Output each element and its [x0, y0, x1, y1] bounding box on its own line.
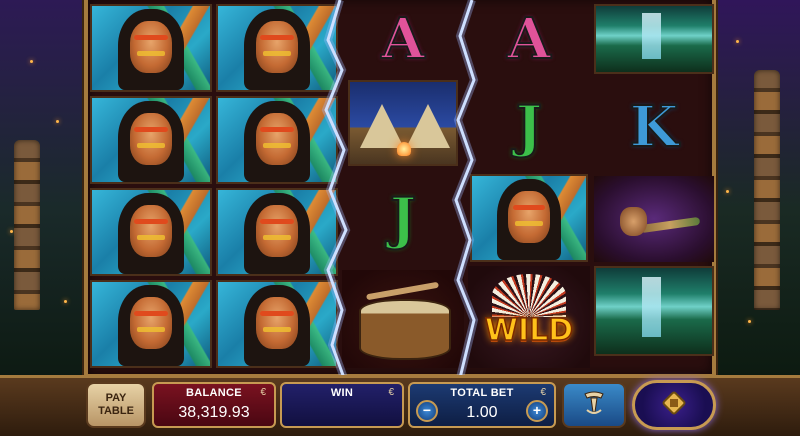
spin-button[interactable] [632, 380, 716, 430]
win-label: WIN [330, 387, 354, 399]
totem-pole-left [14, 140, 40, 310]
teepee-camp-symbol [348, 80, 458, 166]
total-bet-label: TOTAL BET [450, 387, 514, 399]
wild-label: WILD [484, 312, 574, 349]
paytable-label-line1: PAY [105, 392, 127, 404]
letter-k-symbol: K [629, 93, 680, 161]
chief-symbol [90, 4, 212, 92]
chief-symbol [90, 188, 212, 276]
paytable-button[interactable]: PAY TABLE [86, 382, 146, 428]
waterfall-symbol [594, 266, 714, 356]
chief-symbol [216, 4, 338, 92]
increase-bet-button[interactable]: + [526, 400, 548, 422]
right-forest-scenery [718, 0, 800, 380]
control-panel: PAY TABLE BALANCE € 38,319.93 WIN € TOTA… [0, 375, 800, 436]
balance-value: 38,319.93 [178, 404, 250, 421]
wild-symbol: WILD [468, 266, 590, 368]
reel-2 [216, 0, 338, 374]
total-bet-meter: TOTAL BET € − 1.00 + [408, 382, 556, 428]
win-currency: € [388, 387, 394, 398]
balance-meter: BALANCE € 38,319.93 [152, 382, 276, 428]
balance-label: BALANCE [186, 387, 242, 399]
chief-symbol [216, 280, 338, 368]
letter-j-symbol: J [389, 185, 418, 253]
chief-symbol [90, 96, 212, 184]
paytable-label-line2: TABLE [98, 405, 134, 417]
reel-4: A J WILD [468, 0, 590, 374]
feather-scroll-icon [579, 388, 609, 422]
chief-symbol [216, 96, 338, 184]
reel-1 [90, 0, 212, 374]
peace-pipe-symbol [594, 176, 714, 262]
totem-pole-right [754, 70, 780, 310]
firefly [64, 300, 67, 303]
reel-5: K [594, 0, 714, 374]
letter-a-symbol: A [380, 5, 425, 73]
chief-symbol [470, 174, 588, 262]
win-meter: WIN € [280, 382, 404, 428]
chief-symbol [216, 188, 338, 276]
firefly [10, 230, 13, 233]
waterfall-symbol [594, 4, 714, 74]
reel-3: A J [342, 0, 464, 374]
spin-icon [659, 388, 689, 422]
headdress-icon [492, 274, 566, 317]
autoplay-button[interactable] [562, 382, 626, 428]
firefly [56, 120, 59, 123]
reel-grid: A J A J WILD K [84, 0, 716, 380]
firefly [748, 320, 751, 323]
firefly [30, 60, 33, 63]
firefly [726, 190, 729, 193]
letter-a-symbol: A [506, 5, 551, 73]
left-forest-scenery [0, 0, 82, 380]
chief-symbol [90, 280, 212, 368]
drum-symbol [342, 270, 464, 368]
firefly [736, 40, 739, 43]
total-bet-currency: € [540, 387, 546, 398]
letter-j-symbol: J [515, 93, 544, 161]
balance-currency: € [260, 387, 266, 398]
